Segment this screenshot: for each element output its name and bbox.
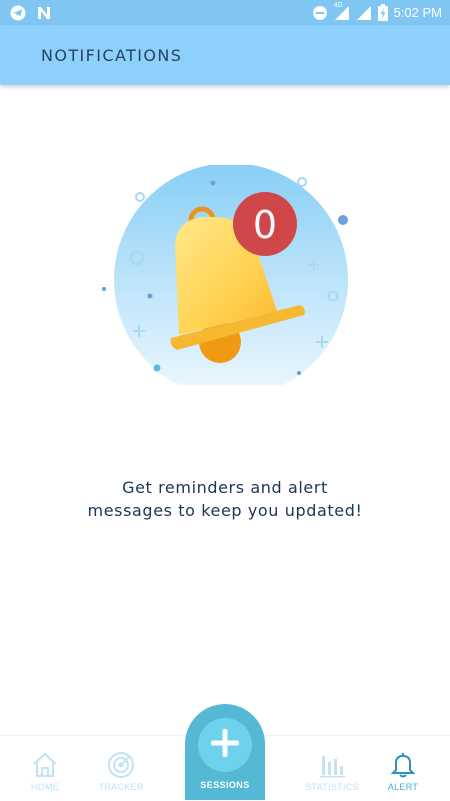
status-time: 5:02 PM (393, 5, 442, 20)
message-line-2: messages to keep you updated! (87, 501, 363, 520)
notification-badge: 0 (233, 192, 297, 256)
nav-item-statistics[interactable]: STATISTICS (297, 750, 367, 792)
bar-chart-icon (297, 750, 367, 780)
minus-circle-icon (312, 5, 328, 21)
sessions-button[interactable]: SESSIONS (185, 704, 265, 800)
badge-count: 0 (253, 203, 277, 247)
nav-label-home: HOME (30, 782, 60, 792)
status-bar: 4G 5:02 PM (0, 0, 450, 25)
notifications-message: Get reminders and alert messages to keep… (0, 476, 450, 522)
app-header: NOTIFICATIONS (0, 25, 450, 85)
n-icon (36, 5, 52, 21)
status-right: 4G 5:02 PM (312, 1, 442, 21)
add-session-button[interactable] (198, 718, 252, 772)
home-icon (10, 750, 80, 780)
nav-label-sessions: SESSIONS (200, 780, 250, 790)
signal-icon: 4G (333, 1, 350, 21)
nav-label-statistics: STATISTICS (305, 782, 359, 792)
nav-item-home[interactable]: HOME (10, 750, 80, 792)
status-left (10, 5, 52, 21)
target-icon (86, 750, 156, 780)
telegram-icon (10, 5, 26, 21)
nav-label-alert: ALERT (387, 782, 419, 792)
bell-illustration: 0 (95, 163, 365, 397)
battery-charging-icon (377, 4, 388, 21)
nav-label-tracker: TRACKER (98, 782, 144, 792)
message-line-1: Get reminders and alert (122, 478, 328, 497)
network-type-label: 4G (333, 1, 343, 9)
nav-item-tracker[interactable]: TRACKER (86, 750, 156, 792)
plus-icon (208, 726, 242, 764)
page-title: NOTIFICATIONS (41, 45, 183, 65)
nav-item-alert[interactable]: ALERT (368, 750, 438, 792)
bell-icon (368, 750, 438, 780)
signal-icon (356, 5, 372, 21)
